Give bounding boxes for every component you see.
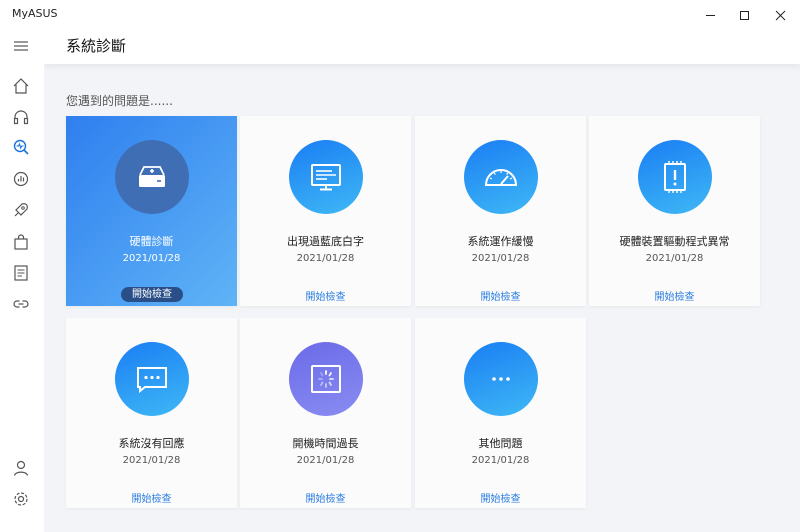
question-prompt: 您遇到的問題是...... — [66, 94, 173, 108]
link-icon — [13, 300, 29, 308]
sidebar-item-optimization[interactable] — [11, 200, 31, 220]
sidebar-item-home[interactable] — [11, 76, 31, 96]
loading-screen-icon — [311, 365, 341, 393]
diagnosis-icon — [13, 139, 29, 155]
start-check-button[interactable]: 開始檢查 — [415, 490, 586, 505]
card-icon-circle — [464, 342, 538, 416]
card-title: 硬體診斷 — [129, 235, 174, 248]
sidebar-item-news[interactable] — [11, 263, 31, 283]
settings-icon — [14, 492, 28, 506]
sidebar-item-settings[interactable] — [11, 489, 31, 509]
card-title: 硬體裝置驅動程式異常 — [619, 235, 730, 248]
sidebar-item-system-info[interactable] — [11, 169, 31, 189]
main-content: 系統診斷 您遇到的問題是...... 硬體診斷 2021/01/28 開始檢查 — [44, 30, 800, 532]
system-info-icon — [13, 171, 29, 187]
card-icon-circle — [289, 140, 363, 214]
speedometer-icon — [484, 169, 518, 186]
card-title: 系統沒有回應 — [118, 437, 185, 450]
start-check-button[interactable]: 開始檢查 — [240, 288, 411, 303]
ellipsis-icon — [492, 377, 510, 381]
drive-icon — [139, 166, 165, 187]
sidebar-item-support[interactable] — [11, 107, 31, 127]
page-header: 系統診斷 — [44, 30, 800, 64]
chat-dots-icon — [137, 367, 167, 394]
maximize-icon — [739, 10, 749, 20]
minimize-icon — [705, 14, 715, 16]
maximize-button[interactable] — [726, 0, 762, 30]
page-title: 系統診斷 — [66, 37, 127, 55]
sidebar-item-link[interactable] — [11, 294, 31, 314]
rocket-icon — [14, 203, 28, 217]
monitor-icon — [311, 164, 341, 191]
chip-warning-icon — [664, 161, 686, 193]
card-no-response[interactable]: 系統沒有回應 2021/01/28 開始檢查 — [66, 318, 237, 508]
card-date: 2021/01/28 — [122, 455, 181, 466]
card-driver-issue[interactable]: 硬體裝置驅動程式異常 2021/01/28 開始檢查 — [589, 116, 760, 306]
title-bar: MyASUS — [0, 0, 800, 30]
card-slow-system[interactable]: 系統運作緩慢 2021/01/28 開始檢查 — [415, 116, 586, 306]
close-icon — [775, 10, 785, 20]
shopping-bag-icon — [14, 234, 28, 250]
start-check-button[interactable]: 開始檢查 — [121, 287, 183, 302]
start-check-button[interactable]: 開始檢查 — [415, 288, 586, 303]
minimize-button[interactable] — [692, 0, 728, 30]
start-check-button[interactable]: 開始檢查 — [589, 288, 760, 303]
card-date: 2021/01/28 — [296, 253, 355, 264]
sidebar — [0, 30, 44, 532]
card-title: 出現過藍底白字 — [287, 235, 364, 248]
card-date: 2021/01/28 — [122, 253, 181, 264]
card-date: 2021/01/28 — [471, 253, 530, 264]
card-blue-screen[interactable]: 出現過藍底白字 2021/01/28 開始檢查 — [240, 116, 411, 306]
menu-button[interactable] — [11, 36, 31, 56]
sidebar-item-diagnosis[interactable] — [11, 137, 31, 157]
card-date: 2021/01/28 — [296, 455, 355, 466]
card-other-issues[interactable]: 其他問題 2021/01/28 開始檢查 — [415, 318, 586, 508]
user-icon — [13, 460, 29, 476]
card-icon-circle — [289, 342, 363, 416]
card-icon-circle — [464, 140, 538, 214]
card-title: 開機時間過長 — [292, 437, 359, 450]
card-date: 2021/01/28 — [471, 455, 530, 466]
card-hardware-diagnosis[interactable]: 硬體診斷 2021/01/28 開始檢查 — [66, 116, 237, 306]
card-long-boot[interactable]: 開機時間過長 2021/01/28 開始檢查 — [240, 318, 411, 508]
card-date: 2021/01/28 — [645, 253, 704, 264]
news-icon — [14, 265, 28, 281]
close-button[interactable] — [762, 0, 798, 30]
card-title: 其他問題 — [478, 437, 523, 450]
start-check-button[interactable]: 開始檢查 — [66, 490, 237, 505]
card-icon-circle — [638, 140, 712, 214]
sidebar-item-account[interactable] — [11, 458, 31, 478]
card-title: 系統運作緩慢 — [467, 235, 534, 248]
card-icon-circle — [115, 342, 189, 416]
menu-icon — [14, 41, 28, 51]
headset-icon — [13, 110, 29, 125]
home-icon — [13, 78, 29, 94]
start-check-button[interactable]: 開始檢查 — [240, 490, 411, 505]
sidebar-item-store[interactable] — [11, 232, 31, 252]
app-name: MyASUS — [12, 7, 58, 20]
card-icon-circle — [115, 140, 189, 214]
